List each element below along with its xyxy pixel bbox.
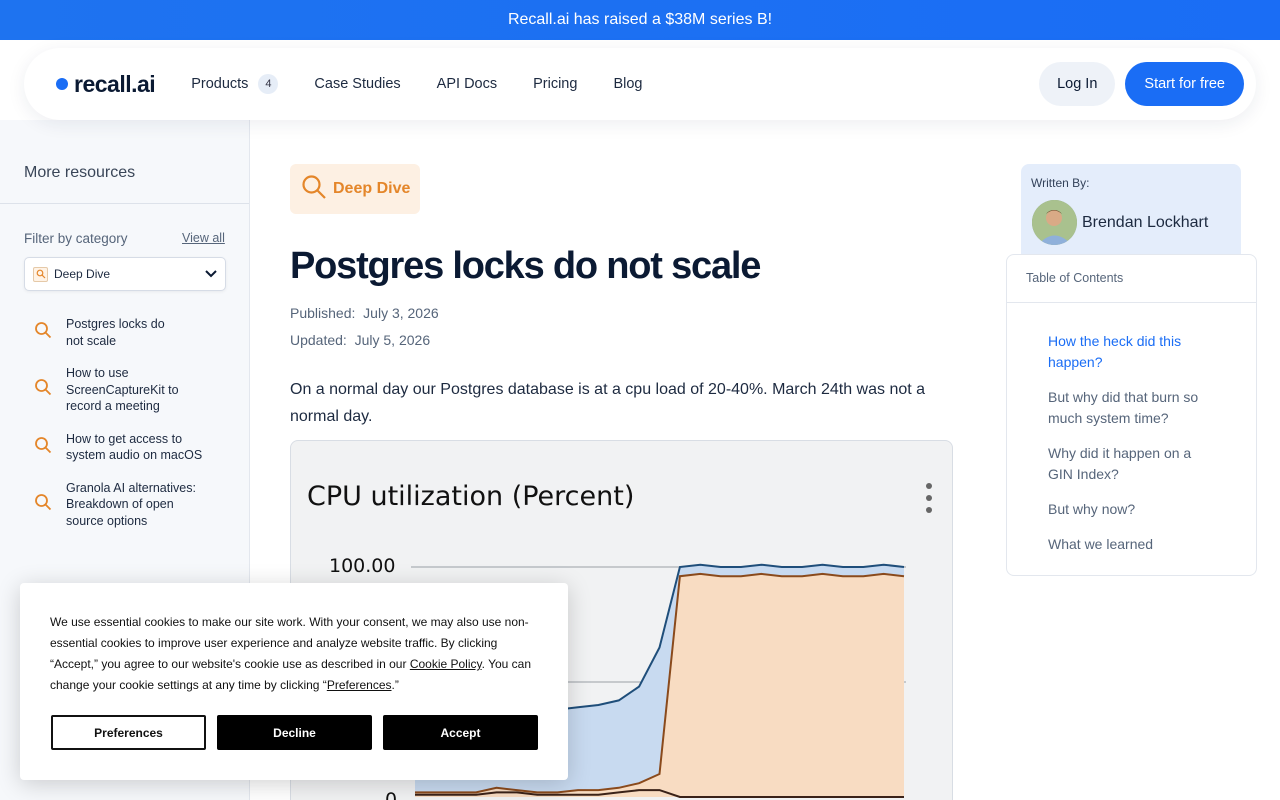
nav-products[interactable]: Products 4 <box>191 74 279 94</box>
nav-case-studies[interactable]: Case Studies <box>314 76 400 92</box>
toc-title: Table of Contents <box>1026 271 1124 285</box>
logo-dot-icon <box>56 78 68 90</box>
main-nav: Products 4 Case Studies API Docs Pricing… <box>191 74 642 94</box>
published-value: July 3, 2026 <box>363 305 439 321</box>
published-date: Published: July 3, 2026 <box>290 305 439 321</box>
logo-text: recall.ai <box>74 70 156 97</box>
sidebar-title: More resources <box>24 164 136 181</box>
search-icon <box>301 174 327 205</box>
toc-divider <box>1007 302 1256 303</box>
preferences-button[interactable]: Preferences <box>51 715 206 750</box>
cookie-text: We use essential cookies to make our sit… <box>50 612 545 696</box>
author-avatar[interactable] <box>1032 200 1077 245</box>
toc-item[interactable]: But why now? <box>1048 499 1218 520</box>
header-actions: Log In Start for free <box>1039 62 1244 106</box>
sidebar-divider <box>0 203 249 204</box>
category-select[interactable]: Deep Dive <box>24 257 226 291</box>
nav-blog-label: Blog <box>613 76 643 92</box>
resource-item[interactable]: How to use ScreenCaptureKit to record a … <box>0 365 249 415</box>
search-icon <box>34 436 52 459</box>
site-header: recall.ai Products 4 Case Studies API Do… <box>24 48 1256 120</box>
search-icon <box>34 321 52 344</box>
decline-button[interactable]: Decline <box>217 715 372 750</box>
category-tag[interactable]: Deep Dive <box>290 164 420 214</box>
author-label: Written By: <box>1031 176 1090 190</box>
article-intro: On a normal day our Postgres database is… <box>290 381 926 425</box>
updated-date: Updated: July 5, 2026 <box>290 332 430 348</box>
search-icon <box>34 378 52 401</box>
resource-item[interactable]: Postgres locks do not scale <box>0 316 249 349</box>
filter-label: Filter by category <box>24 231 128 246</box>
search-icon <box>33 266 48 282</box>
toc-list: How the heck did this happen? But why di… <box>1048 331 1218 569</box>
category-select-value: Deep Dive <box>54 267 111 281</box>
author-card: Written By: Brendan Lockhart <box>1021 164 1241 264</box>
category-tag-label: Deep Dive <box>333 180 411 197</box>
resource-item[interactable]: How to get access to system audio on mac… <box>0 431 249 464</box>
accept-button[interactable]: Accept <box>383 715 538 750</box>
announcement-text[interactable]: Recall.ai has raised a $38M series B! <box>508 11 772 29</box>
cookie-text-part: .” <box>391 678 399 692</box>
cookie-policy-link[interactable]: Cookie Policy <box>410 657 482 671</box>
resource-title: How to get access to system audio on mac… <box>66 431 203 463</box>
products-count-badge: 4 <box>258 74 279 94</box>
updated-label: Updated: <box>290 332 347 348</box>
resource-list: Postgres locks do not scale How to use S… <box>0 316 249 545</box>
toc-item[interactable]: Why did it happen on a GIN Index? <box>1048 443 1208 485</box>
toc-item[interactable]: What we learned <box>1048 534 1218 555</box>
login-button[interactable]: Log In <box>1039 62 1116 106</box>
resource-title: Postgres locks do not scale <box>66 317 165 348</box>
preferences-link[interactable]: Preferences <box>327 678 392 692</box>
toc-item[interactable]: But why did that burn so much system tim… <box>1048 387 1208 429</box>
toc-item[interactable]: How the heck did this happen? <box>1048 331 1188 373</box>
author-name[interactable]: Brendan Lockhart <box>1082 214 1208 232</box>
nav-api-docs-label: API Docs <box>436 76 498 92</box>
start-free-button[interactable]: Start for free <box>1125 62 1244 106</box>
view-all-link[interactable]: View all <box>182 231 225 245</box>
chevron-down-icon <box>205 267 217 281</box>
resource-title: How to use ScreenCaptureKit to record a … <box>66 366 179 413</box>
nav-api-docs[interactable]: API Docs <box>437 76 497 92</box>
nav-pricing-label: Pricing <box>533 76 578 92</box>
announcement-bar[interactable]: Recall.ai has raised a $38M series B! <box>0 0 1280 40</box>
logo[interactable]: recall.ai <box>56 70 156 98</box>
cookie-banner: We use essential cookies to make our sit… <box>20 583 568 780</box>
nav-products-label: Products <box>191 76 249 92</box>
article-title: Postgres locks do not scale <box>290 245 761 287</box>
resource-item[interactable]: Granola AI alternatives: Breakdown of op… <box>0 480 249 530</box>
nav-case-studies-label: Case Studies <box>314 76 401 92</box>
search-icon <box>34 493 52 516</box>
resource-title: Granola AI alternatives: Breakdown of op… <box>66 480 196 528</box>
published-label: Published: <box>290 305 356 321</box>
nav-pricing[interactable]: Pricing <box>533 76 577 92</box>
table-of-contents: Table of Contents How the heck did this … <box>1006 254 1257 576</box>
updated-value: July 5, 2026 <box>354 332 431 348</box>
nav-blog[interactable]: Blog <box>613 76 642 92</box>
